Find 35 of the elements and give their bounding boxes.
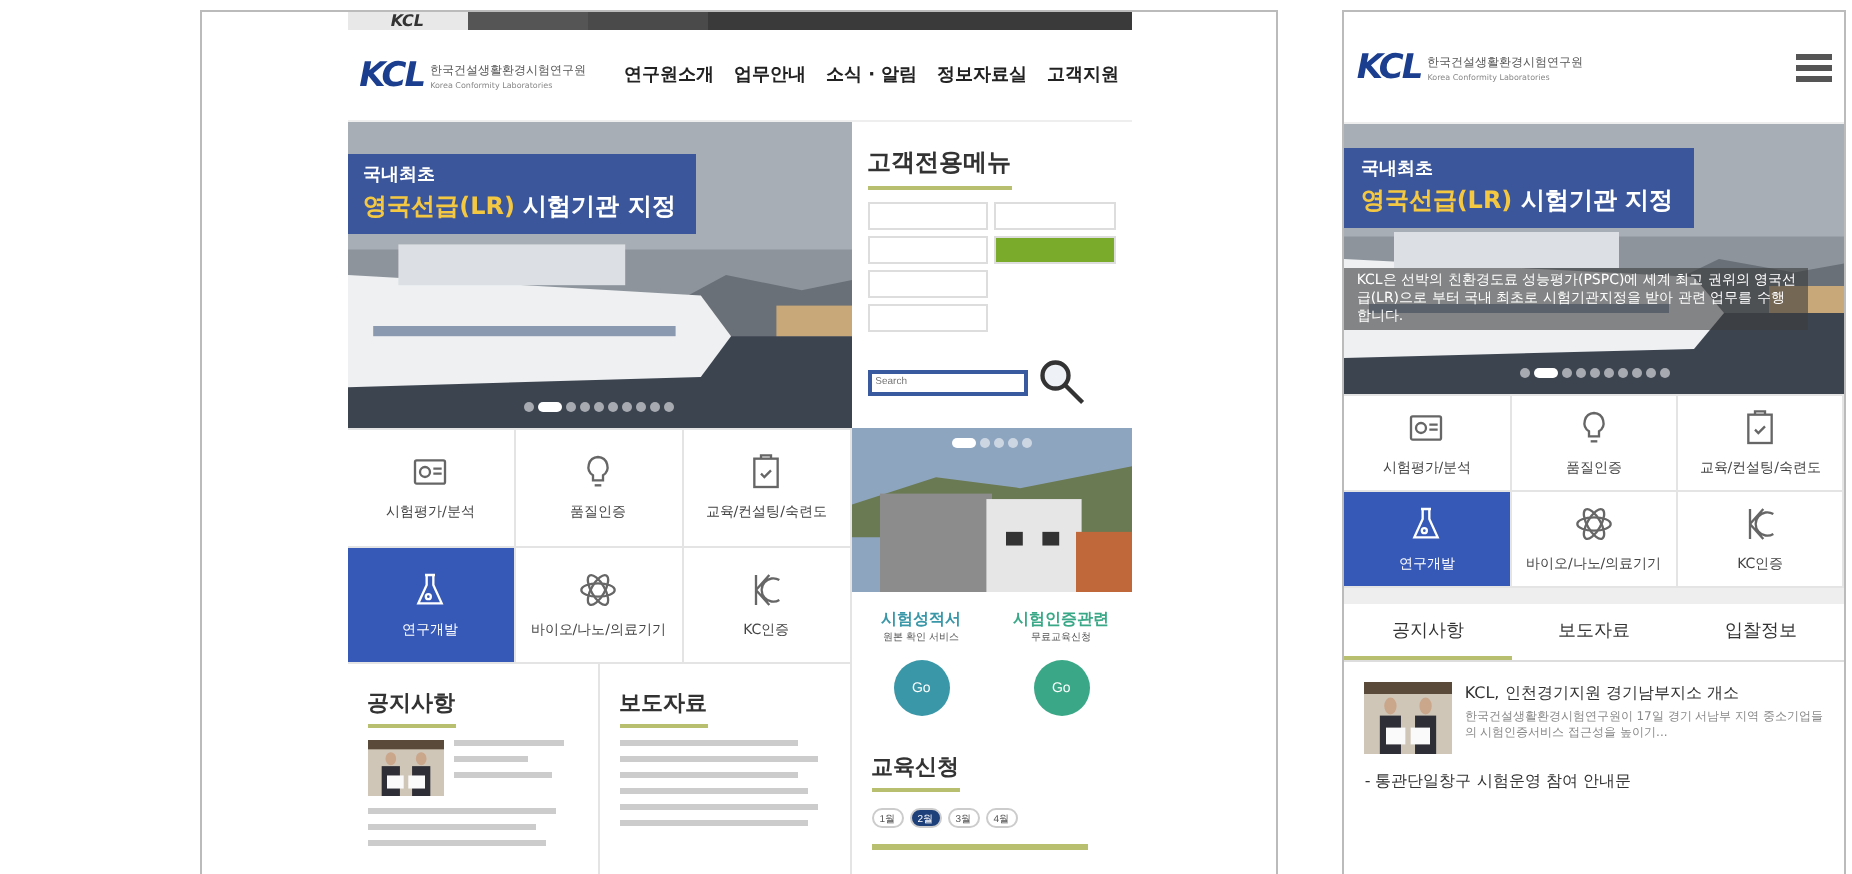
shortcut-title: 시험성적서 <box>881 608 962 630</box>
top-bar-logo[interactable]: KCL <box>347 12 468 30</box>
section-title: 교육신청 <box>871 752 960 792</box>
logo[interactable]: KCL <box>359 55 425 95</box>
slide-dot[interactable] <box>979 438 990 448</box>
slide-dot[interactable] <box>1617 368 1628 378</box>
hero-kicker: 국내최초 <box>1360 158 1435 182</box>
news-title[interactable]: KCL, 인천경기지원 경기남부지소 개소 <box>1464 682 1824 704</box>
nav-link[interactable]: 연구원소개 <box>623 62 714 88</box>
slide-dot[interactable] <box>1631 368 1642 378</box>
slide-dot[interactable] <box>1645 368 1656 378</box>
atom-icon <box>1573 504 1614 544</box>
logo[interactable]: KCL <box>1356 47 1422 87</box>
slide-dot[interactable] <box>1561 368 1572 378</box>
nav-link[interactable]: 업무안내 <box>733 62 806 88</box>
atom-icon <box>578 569 619 610</box>
section-title: 공지사항 <box>367 688 456 728</box>
nav-link[interactable]: 고객지원 <box>1047 62 1120 88</box>
slide-dot[interactable] <box>1575 368 1586 378</box>
hero-headline: 영국선급(LR) 시험기관 지정 <box>1360 184 1674 218</box>
news-link[interactable]: - 통관단일창구 시험운영 참여 안내문 <box>1344 766 1844 796</box>
slide-dot[interactable] <box>1519 368 1530 378</box>
slide-dot[interactable] <box>1007 438 1018 448</box>
slide-dot[interactable] <box>993 438 1004 448</box>
section-title: 보도자료 <box>619 688 708 728</box>
nav-link[interactable]: 정보자료실 <box>937 62 1028 88</box>
slide-dot[interactable] <box>1603 368 1614 378</box>
slide-dot[interactable] <box>1659 368 1670 378</box>
slide-dot[interactable] <box>1589 368 1600 378</box>
menu-icon[interactable] <box>1796 53 1832 81</box>
magnifier-icon <box>1035 356 1088 408</box>
shortcut-title: 시험인증관련 <box>1013 608 1110 630</box>
slide-dot[interactable] <box>1021 438 1032 448</box>
section-title: 고객전용메뉴 <box>867 146 1012 190</box>
nav-link[interactable]: 소식 · 알림 <box>825 62 918 88</box>
